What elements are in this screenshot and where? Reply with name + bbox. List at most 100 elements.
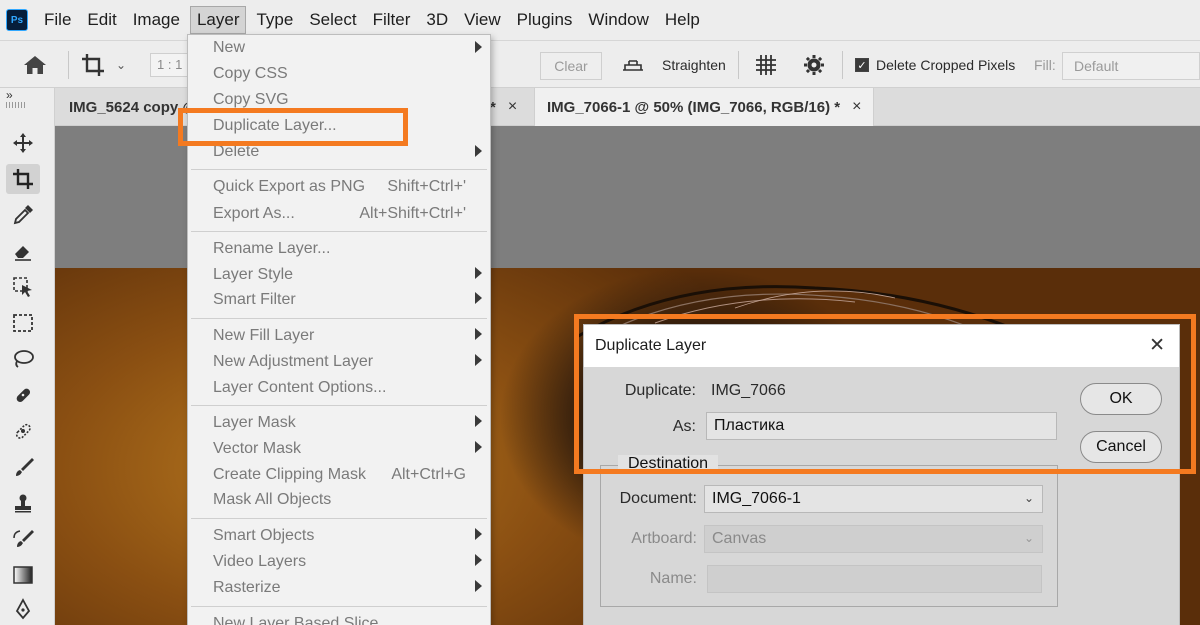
delete-cropped-checkbox[interactable]: ✓ Delete Cropped Pixels bbox=[855, 41, 1015, 89]
straighten-label[interactable]: Straighten bbox=[662, 41, 726, 89]
menu-edit[interactable]: Edit bbox=[81, 7, 122, 33]
submenu-arrow-icon bbox=[475, 267, 482, 279]
straighten-icon[interactable] bbox=[620, 41, 646, 89]
submenu-arrow-icon bbox=[475, 554, 482, 566]
tab-img-5624-close[interactable]: * × bbox=[490, 88, 517, 126]
remove-tool-icon[interactable] bbox=[6, 416, 40, 446]
pen-tool-icon[interactable] bbox=[6, 594, 40, 624]
menu-separator bbox=[191, 606, 487, 607]
gradient-tool-icon[interactable] bbox=[6, 560, 40, 590]
ratio-input[interactable]: 1 : 1 bbox=[150, 53, 190, 77]
submenu-arrow-icon bbox=[475, 415, 482, 427]
menu-window[interactable]: Window bbox=[582, 7, 654, 33]
menu-item-mask-all-objects[interactable]: Mask All Objects bbox=[213, 491, 331, 509]
clear-button[interactable]: Clear bbox=[540, 52, 602, 80]
menu-item-vector-mask[interactable]: Vector Mask bbox=[213, 440, 301, 458]
menu-item-export-as[interactable]: Export As... bbox=[213, 205, 295, 223]
submenu-arrow-icon bbox=[475, 145, 482, 157]
shortcut-clipping-mask: Alt+Ctrl+G bbox=[391, 466, 466, 483]
menu-view[interactable]: View bbox=[458, 7, 507, 33]
menu-help[interactable]: Help bbox=[659, 7, 706, 33]
fill-label: Fill: bbox=[1034, 57, 1056, 73]
close-icon[interactable]: × bbox=[852, 98, 861, 116]
menu-item-smart-filter[interactable]: Smart Filter bbox=[213, 291, 296, 309]
history-brush-tool-icon[interactable] bbox=[6, 524, 40, 554]
photoshop-logo-icon[interactable]: Ps bbox=[6, 9, 28, 31]
submenu-arrow-icon bbox=[475, 354, 482, 366]
healing-brush-tool-icon[interactable] bbox=[6, 380, 40, 410]
menu-plugins[interactable]: Plugins bbox=[511, 7, 579, 33]
menu-type[interactable]: Type bbox=[250, 7, 299, 33]
submenu-arrow-icon bbox=[475, 41, 482, 53]
home-icon[interactable] bbox=[22, 41, 48, 89]
menu-layer[interactable]: Layer bbox=[189, 6, 247, 34]
menu-separator bbox=[191, 231, 487, 232]
duplicate-layer-highlight-box bbox=[178, 108, 408, 146]
options-bar: ⌄ 1 : 1 Clear Straighten ✓ Delete Croppe… bbox=[0, 40, 1200, 88]
submenu-arrow-icon bbox=[475, 328, 482, 340]
chevron-down-icon: ⌄ bbox=[1023, 531, 1034, 545]
document-label: Document: bbox=[619, 490, 697, 507]
menu-item-new[interactable]: New bbox=[213, 39, 245, 57]
menu-bar: Ps File Edit Image Layer Type Select Fil… bbox=[0, 0, 1200, 40]
menu-item-create-clipping-mask[interactable]: Create Clipping Mask bbox=[213, 466, 366, 484]
artboard-select: Canvas ⌄ bbox=[704, 525, 1043, 553]
chevron-down-icon[interactable]: ⌄ bbox=[116, 41, 126, 89]
document-select-value: IMG_7066-1 bbox=[712, 490, 801, 507]
artboard-select-value: Canvas bbox=[712, 530, 767, 547]
menu-item-rasterize[interactable]: Rasterize bbox=[213, 579, 281, 597]
menu-separator bbox=[191, 169, 487, 170]
submenu-arrow-icon bbox=[475, 292, 482, 304]
eraser-tool-icon[interactable] bbox=[6, 236, 40, 266]
menu-select[interactable]: Select bbox=[303, 7, 362, 33]
artboard-label: Artboard: bbox=[631, 530, 697, 547]
marquee-tool-icon[interactable] bbox=[6, 308, 40, 338]
name-label: Name: bbox=[649, 570, 697, 587]
stamp-tool-icon[interactable] bbox=[6, 488, 40, 518]
menu-file[interactable]: File bbox=[38, 7, 77, 33]
name-input bbox=[707, 565, 1042, 593]
close-icon[interactable]: × bbox=[508, 98, 517, 116]
menu-image[interactable]: Image bbox=[127, 7, 186, 33]
chevron-down-icon: ⌄ bbox=[1023, 491, 1034, 505]
collapse-panel-icon[interactable]: » bbox=[6, 88, 13, 102]
menu-item-layer-style[interactable]: Layer Style bbox=[213, 266, 293, 284]
move-tool-icon[interactable] bbox=[6, 128, 40, 158]
menu-item-smart-objects[interactable]: Smart Objects bbox=[213, 527, 314, 545]
panel-grip[interactable] bbox=[6, 102, 26, 108]
fill-select[interactable]: Default bbox=[1062, 52, 1200, 80]
overlay-grid-icon[interactable] bbox=[754, 41, 778, 89]
eyedropper-tool-icon[interactable] bbox=[6, 200, 40, 230]
checkmark-icon: ✓ bbox=[855, 58, 869, 72]
lasso-tool-icon[interactable] bbox=[6, 344, 40, 374]
submenu-arrow-icon bbox=[475, 528, 482, 540]
menu-item-quick-export[interactable]: Quick Export as PNG bbox=[213, 178, 365, 196]
menu-3d[interactable]: 3D bbox=[420, 7, 454, 33]
menu-item-new-adjustment-layer[interactable]: New Adjustment Layer bbox=[213, 353, 373, 371]
menu-item-layer-content-options[interactable]: Layer Content Options... bbox=[213, 379, 386, 397]
gear-icon[interactable] bbox=[802, 41, 826, 89]
menu-item-new-layer-based-slice[interactable]: New Layer Based Slice bbox=[213, 615, 378, 625]
brush-tool-icon[interactable] bbox=[6, 452, 40, 482]
tab-img-7066-1[interactable]: IMG_7066-1 @ 50% (IMG_7066, RGB/16) * × bbox=[534, 88, 875, 126]
menu-item-new-fill-layer[interactable]: New Fill Layer bbox=[213, 327, 314, 345]
menu-item-video-layers[interactable]: Video Layers bbox=[213, 553, 306, 571]
menu-separator bbox=[191, 318, 487, 319]
tab-label: IMG_7066-1 @ 50% (IMG_7066, RGB/16) * bbox=[547, 98, 841, 116]
shortcut-export-as: Alt+Shift+Ctrl+' bbox=[359, 205, 466, 222]
menu-item-layer-mask[interactable]: Layer Mask bbox=[213, 414, 296, 432]
object-selection-tool-icon[interactable] bbox=[6, 272, 40, 302]
menu-separator bbox=[191, 518, 487, 519]
menu-item-copy-css[interactable]: Copy CSS bbox=[213, 65, 288, 83]
submenu-arrow-icon bbox=[475, 580, 482, 592]
submenu-arrow-icon bbox=[475, 441, 482, 453]
menu-filter[interactable]: Filter bbox=[367, 7, 417, 33]
dialog-highlight-box bbox=[574, 314, 1196, 474]
tools-panel: » bbox=[0, 88, 55, 625]
menu-item-copy-svg[interactable]: Copy SVG bbox=[213, 91, 289, 109]
menu-item-rename-layer[interactable]: Rename Layer... bbox=[213, 240, 330, 258]
crop-tool-preset-icon[interactable] bbox=[80, 41, 106, 89]
document-select[interactable]: IMG_7066-1 ⌄ bbox=[704, 485, 1043, 513]
crop-tool-icon[interactable] bbox=[6, 164, 40, 194]
menu-separator bbox=[191, 405, 487, 406]
